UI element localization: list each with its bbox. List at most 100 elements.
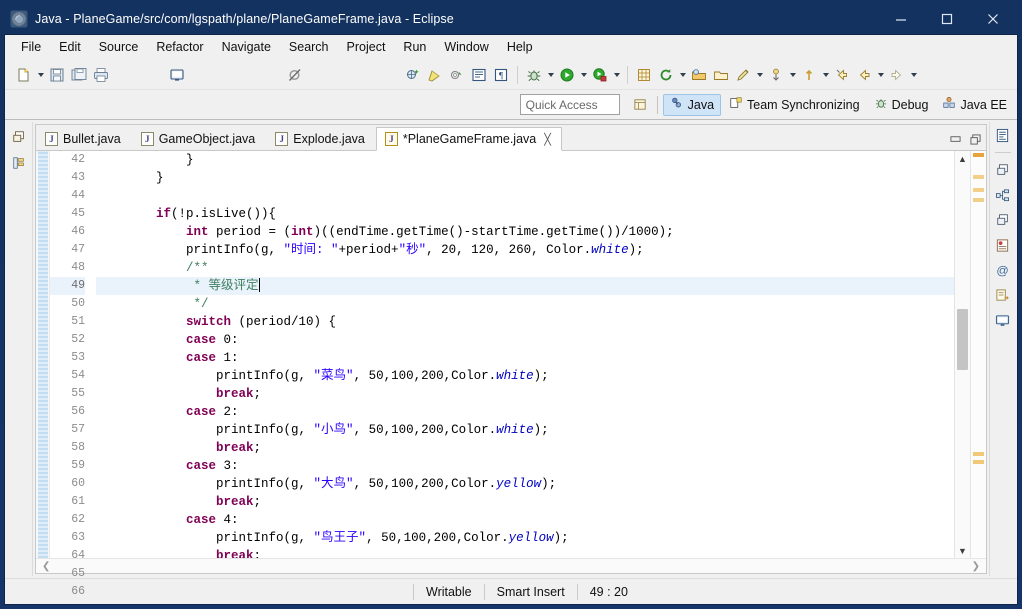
maximize-icon[interactable]	[924, 4, 970, 34]
run-dropdown-icon[interactable]	[578, 64, 589, 86]
forward-arrow-icon[interactable]	[886, 64, 908, 86]
back-arrow-icon[interactable]	[853, 64, 875, 86]
code-line[interactable]: /**	[96, 259, 954, 277]
outline-view-icon[interactable]	[994, 126, 1012, 144]
editor-tab-bullet[interactable]: J Bullet.java	[36, 126, 132, 150]
debug-icon[interactable]	[523, 64, 545, 86]
overview-ruler-mark[interactable]	[973, 187, 984, 192]
code-line[interactable]: if(!p.isLive()){	[96, 205, 954, 223]
editor-tab-explode[interactable]: J Explode.java	[266, 126, 376, 150]
menu-navigate[interactable]: Navigate	[214, 37, 279, 57]
perspective-java-ee[interactable]: Java EE	[936, 94, 1013, 116]
open-perspective-icon[interactable]	[630, 94, 652, 116]
code-line[interactable]: }	[96, 151, 954, 169]
run-coverage-icon[interactable]	[589, 64, 611, 86]
code-line[interactable]: }	[96, 169, 954, 187]
vertical-scroll-track[interactable]	[955, 166, 970, 543]
editor-tab-gameobject[interactable]: J GameObject.java	[131, 126, 267, 150]
code-line[interactable]: */	[96, 295, 954, 313]
close-icon[interactable]	[970, 4, 1016, 34]
back-history-icon[interactable]	[831, 64, 853, 86]
perspective-java[interactable]: Java	[662, 93, 722, 116]
minimize-view-icon[interactable]	[994, 211, 1012, 229]
maximize-stack-icon[interactable]	[968, 132, 982, 146]
code-line[interactable]: case 2:	[96, 403, 954, 421]
code-line[interactable]: break;	[96, 439, 954, 457]
editor-tab-planegameframe[interactable]: J *PlaneGameFrame.java ╳	[375, 127, 562, 151]
hierarchy-view-icon[interactable]	[994, 186, 1012, 204]
javadoc-view-icon[interactable]: @	[994, 261, 1012, 279]
horizontal-scrollbar[interactable]: ❮ ❯	[36, 558, 986, 573]
forward-dropdown-icon[interactable]	[908, 64, 919, 86]
restore-view-icon[interactable]	[10, 128, 28, 146]
menu-project[interactable]: Project	[339, 37, 394, 57]
next-annotation-dropdown-icon[interactable]	[787, 64, 798, 86]
run-icon[interactable]	[556, 64, 578, 86]
next-annotation-icon[interactable]	[765, 64, 787, 86]
code-line[interactable]: case 3:	[96, 457, 954, 475]
external-tools-icon[interactable]	[424, 64, 446, 86]
menu-edit[interactable]: Edit	[51, 37, 89, 57]
menu-run[interactable]: Run	[395, 37, 434, 57]
vertical-scrollbar[interactable]: ▲ ▼	[954, 151, 970, 558]
search-pencil-icon[interactable]	[732, 64, 754, 86]
print-icon[interactable]	[90, 64, 112, 86]
build-icon[interactable]	[446, 64, 468, 86]
new-wizard-icon[interactable]	[13, 64, 35, 86]
previous-annotation-dropdown-icon[interactable]	[820, 64, 831, 86]
menu-refactor[interactable]: Refactor	[148, 37, 211, 57]
overview-ruler[interactable]	[970, 151, 986, 558]
save-icon[interactable]	[46, 64, 68, 86]
overview-ruler-mark[interactable]	[973, 153, 984, 158]
problems-view-icon[interactable]	[994, 236, 1012, 254]
code-line[interactable]: break;	[96, 547, 954, 558]
code-line[interactable]: case 4:	[96, 511, 954, 529]
new-java-package-icon[interactable]	[402, 64, 424, 86]
scroll-right-icon[interactable]: ❯	[972, 561, 980, 572]
menu-search[interactable]: Search	[281, 37, 337, 57]
menu-window[interactable]: Window	[436, 37, 496, 57]
skip-breakpoints-icon[interactable]	[284, 64, 306, 86]
save-all-icon[interactable]	[68, 64, 90, 86]
perspective-debug[interactable]: Debug	[868, 94, 935, 116]
code-line[interactable]: printInfo(g, "鸟王子", 50,100,200,Color.yel…	[96, 529, 954, 547]
code-line[interactable]: * 等级评定	[96, 277, 954, 295]
menu-help[interactable]: Help	[499, 37, 541, 57]
refresh-icon[interactable]	[655, 64, 677, 86]
menu-file[interactable]: File	[13, 37, 49, 57]
run-coverage-dropdown-icon[interactable]	[611, 64, 622, 86]
code-line[interactable]	[96, 187, 954, 205]
restore-view-icon[interactable]	[994, 161, 1012, 179]
code-line[interactable]: printInfo(g, "小鸟", 50,100,200,Color.whit…	[96, 421, 954, 439]
code-line[interactable]: switch (period/10) {	[96, 313, 954, 331]
overview-ruler-mark[interactable]	[973, 452, 984, 457]
code-line[interactable]: case 1:	[96, 349, 954, 367]
code-line[interactable]: int period = (int)((endTime.getTime()-st…	[96, 223, 954, 241]
code-line[interactable]: printInfo(g, "时间: "+period+"秒", 20, 120,…	[96, 241, 954, 259]
code-text-area[interactable]: } } if(!p.isLive()){ int period = (int)(…	[92, 151, 954, 558]
search-dropdown-icon[interactable]	[754, 64, 765, 86]
back-dropdown-icon[interactable]	[875, 64, 886, 86]
open-type-icon[interactable]	[688, 64, 710, 86]
new-java-project-icon[interactable]	[633, 64, 655, 86]
annotation-ruler[interactable]	[36, 151, 50, 558]
minimize-icon[interactable]	[878, 4, 924, 34]
minimize-stack-icon[interactable]	[948, 132, 962, 146]
previous-annotation-icon[interactable]	[798, 64, 820, 86]
code-line[interactable]: case 0:	[96, 331, 954, 349]
scroll-up-icon[interactable]: ▲	[958, 151, 967, 166]
vertical-scroll-thumb[interactable]	[957, 309, 968, 370]
code-line[interactable]: break;	[96, 493, 954, 511]
open-task-icon[interactable]	[468, 64, 490, 86]
overview-ruler-mark[interactable]	[973, 197, 984, 202]
debug-dropdown-icon[interactable]	[545, 64, 556, 86]
code-line[interactable]: break;	[96, 385, 954, 403]
new-wizard-dropdown-icon[interactable]	[35, 64, 46, 86]
close-icon[interactable]: ╳	[544, 133, 551, 146]
toggle-mark-occurrences-icon[interactable]: ¶	[490, 64, 512, 86]
console-view-icon[interactable]	[994, 311, 1012, 329]
quick-access-input[interactable]: Quick Access	[519, 94, 620, 115]
refresh-dropdown-icon[interactable]	[677, 64, 688, 86]
perspective-team-synchronizing[interactable]: Team Synchronizing	[723, 94, 866, 116]
code-line[interactable]: printInfo(g, "大鸟", 50,100,200,Color.yell…	[96, 475, 954, 493]
